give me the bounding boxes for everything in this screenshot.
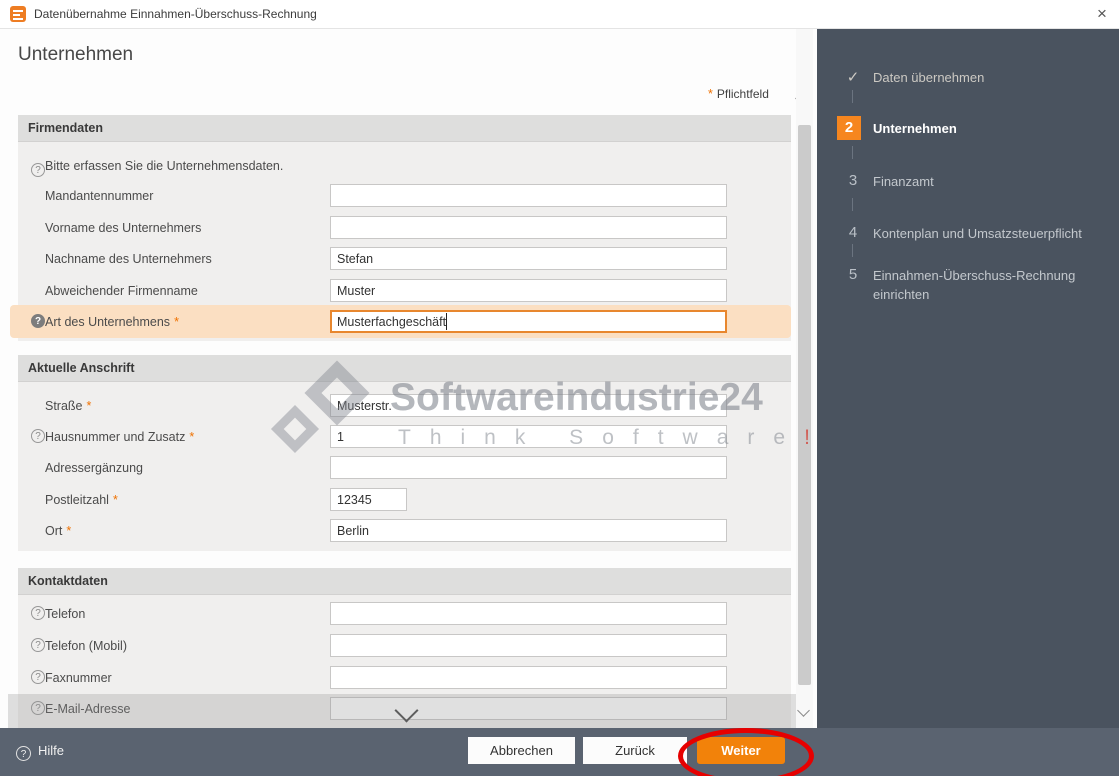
section-header: Firmendaten — [18, 115, 791, 142]
required-star: * — [174, 315, 179, 329]
wizard-window: Datenübernahme Einnahmen-Überschuss-Rech… — [0, 0, 1119, 776]
window-titlebar: Datenübernahme Einnahmen-Überschuss-Rech… — [0, 0, 1119, 29]
step-number: 4 — [843, 224, 863, 241]
field-row-firmenname: Abweichender Firmenname — [18, 279, 791, 303]
field-row-adressergaenzung: Adressergänzung — [18, 456, 791, 480]
telefon-mobil-input[interactable] — [330, 634, 727, 657]
hausnummer-input[interactable] — [330, 425, 727, 448]
adressergaenzung-input[interactable] — [330, 456, 727, 479]
field-label: Ort — [45, 524, 62, 538]
help-icon[interactable]: ? — [31, 638, 45, 652]
field-row-telefon: ? Telefon — [18, 602, 791, 626]
check-icon: ✓ — [843, 68, 863, 86]
field-label: Hausnummer und Zusatz — [45, 430, 185, 444]
field-label: Abweichender Firmenname — [45, 284, 198, 298]
step-number: 3 — [843, 172, 863, 189]
step-connector — [852, 90, 853, 103]
help-circle-icon: ? — [16, 746, 31, 761]
help-icon[interactable]: ? — [31, 314, 45, 328]
page-title: Unternehmen — [18, 44, 133, 66]
required-hint: * Pflichtfeld — [704, 87, 769, 101]
wizard-sidebar: ✓ Daten übernehmen 2 Unternehmen 3 Finan… — [817, 28, 1119, 728]
step-label: Finanzamt — [873, 172, 1111, 191]
field-row-art-des-unternehmens: ? Art des Unternehmens * — [18, 310, 791, 334]
field-label: Adressergänzung — [45, 461, 143, 475]
scroll-down-icon[interactable] — [799, 702, 808, 720]
footer-bar: ? Hilfe Abbrechen Zurück Weiter — [0, 728, 1119, 776]
firmenname-input[interactable] — [330, 279, 727, 302]
postleitzahl-input[interactable] — [330, 488, 407, 511]
field-row-telefon-mobil: ? Telefon (Mobil) — [18, 634, 791, 658]
field-label: Telefon — [45, 607, 85, 621]
next-button[interactable]: Weiter — [697, 737, 785, 764]
field-label: Mandantennummer — [45, 189, 153, 203]
required-hint-label: Pflichtfeld — [717, 87, 769, 101]
required-star: * — [113, 493, 118, 507]
field-label: Faxnummer — [45, 671, 112, 685]
help-icon[interactable]: ? — [31, 606, 45, 620]
field-row-strasse: Straße * — [18, 394, 791, 418]
field-row-vorname: Vorname des Unternehmers — [18, 216, 791, 240]
required-star: * — [708, 87, 713, 101]
nachname-input[interactable] — [330, 247, 727, 270]
field-label: Vorname des Unternehmers — [45, 221, 201, 235]
close-icon[interactable]: × — [1090, 3, 1114, 25]
step-number: 5 — [843, 266, 863, 283]
field-row-nachname: Nachname des Unternehmers — [18, 247, 791, 271]
expand-down-icon[interactable] — [394, 698, 418, 722]
scrollbar-thumb[interactable] — [798, 125, 811, 685]
field-row-faxnummer: ? Faxnummer — [18, 666, 791, 690]
field-row-ort: Ort * — [18, 519, 791, 543]
field-row-hausnummer: ? Hausnummer und Zusatz * — [18, 425, 791, 449]
faxnummer-input[interactable] — [330, 666, 727, 689]
step-label: Einnahmen-Überschuss-Rechnung einrichten — [873, 266, 1111, 304]
step-connector — [852, 146, 853, 159]
step-connector — [852, 244, 853, 257]
field-row-postleitzahl: Postleitzahl * — [18, 488, 791, 512]
window-title: Datenübernahme Einnahmen-Überschuss-Rech… — [34, 7, 317, 21]
app-icon — [10, 6, 26, 22]
mandantennummer-input[interactable] — [330, 184, 727, 207]
step-connector — [852, 198, 853, 211]
field-label: Telefon (Mobil) — [45, 639, 127, 653]
cancel-button[interactable]: Abbrechen — [468, 737, 575, 764]
section-header: Aktuelle Anschrift — [18, 355, 791, 382]
field-row-mandantennummer: Mandantennummer — [18, 184, 791, 208]
field-label: Nachname des Unternehmers — [45, 252, 212, 266]
help-label: Hilfe — [38, 743, 64, 758]
field-label: Postleitzahl — [45, 493, 109, 507]
step-label: Daten übernehmen — [873, 68, 1111, 87]
back-button[interactable]: Zurück — [583, 737, 687, 764]
vorname-input[interactable] — [330, 216, 727, 239]
field-label: Art des Unternehmens — [45, 315, 170, 329]
art-des-unternehmens-input[interactable] — [330, 310, 727, 333]
help-button[interactable]: ? Hilfe — [16, 743, 64, 761]
help-icon[interactable]: ? — [31, 670, 45, 684]
scroll-more-overlay — [8, 694, 796, 728]
help-icon[interactable]: ? — [31, 429, 45, 443]
section-firmendaten: Firmendaten ? Bitte erfassen Sie die Unt… — [18, 115, 791, 341]
field-label: Straße — [45, 399, 83, 413]
step-label: Kontenplan und Umsatzsteuerpflicht — [873, 224, 1111, 243]
help-icon[interactable]: ? — [31, 163, 45, 177]
telefon-input[interactable] — [330, 602, 727, 625]
step-label: Unternehmen — [873, 119, 1111, 138]
text-caret — [446, 313, 447, 330]
scrollbar-track[interactable] — [796, 28, 813, 728]
form-content: Unternehmen * Pflichtfeld Firmendaten ? B… — [0, 28, 817, 728]
required-star: * — [189, 430, 194, 444]
section-header: Kontaktdaten — [18, 568, 791, 595]
required-star: * — [66, 524, 71, 538]
section-anschrift: Aktuelle Anschrift Straße * ? Hausnummer … — [18, 355, 791, 551]
ort-input[interactable] — [330, 519, 727, 542]
step-number-badge: 2 — [837, 116, 861, 140]
strasse-input[interactable] — [330, 394, 727, 417]
required-star: * — [87, 399, 92, 413]
info-text: Bitte erfassen Sie die Unternehmensdaten… — [45, 157, 283, 175]
